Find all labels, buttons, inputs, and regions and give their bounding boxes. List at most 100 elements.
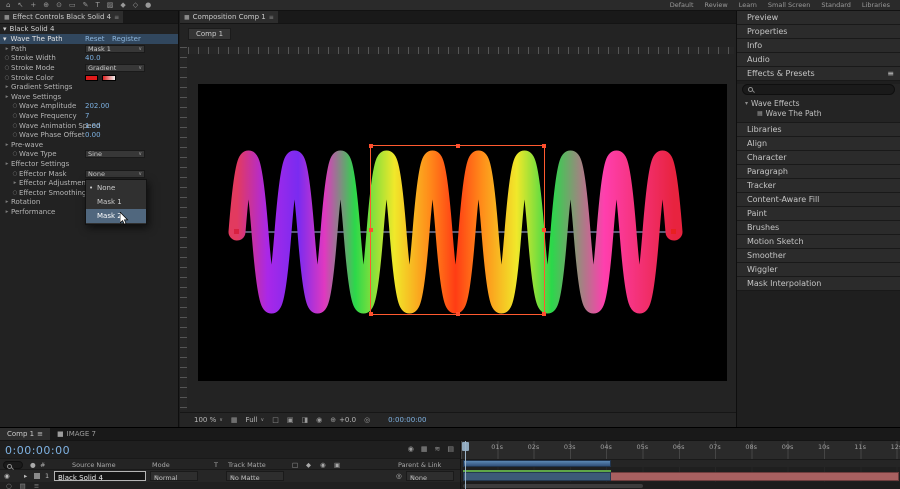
- region-of-interest-icon[interactable]: □: [272, 416, 279, 424]
- workspace-tab-review[interactable]: Review: [705, 0, 728, 11]
- effect-row-wave-frequency[interactable]: ○Wave Frequency7: [0, 111, 178, 121]
- panel-wiggler[interactable]: Wiggler: [737, 263, 900, 277]
- twirl-closed-icon[interactable]: ▸: [3, 209, 11, 215]
- timeline-search-input[interactable]: [3, 461, 23, 469]
- column-parent-link[interactable]: Parent & Link: [398, 461, 441, 469]
- composition-tab[interactable]: ■ Composition Comp 1 ≡: [180, 11, 278, 23]
- selection-handle[interactable]: [542, 144, 546, 148]
- column-track-matte[interactable]: Track Matte: [228, 461, 266, 469]
- panel-info[interactable]: Info: [737, 39, 900, 53]
- property-dropdown[interactable]: None∨: [85, 170, 145, 178]
- effect-row-wave-settings[interactable]: ▸Wave Settings: [0, 92, 178, 102]
- selection-handle[interactable]: [542, 312, 546, 316]
- pen-tool-icon[interactable]: ✎: [83, 0, 89, 11]
- shy-icon[interactable]: ≡: [34, 482, 39, 489]
- effect-row-stroke-color[interactable]: ○Stroke Color: [0, 73, 178, 83]
- column-source-name[interactable]: Source Name: [72, 461, 116, 469]
- clone-stamp-tool-icon[interactable]: ◆: [120, 0, 125, 11]
- channel-icon[interactable]: ◉: [316, 416, 322, 424]
- composition-viewport[interactable]: [198, 84, 727, 381]
- snapshot-camera-icon[interactable]: ◎: [364, 416, 370, 424]
- effect-row-wave-animation-speed[interactable]: ○Wave Animation Speed1.00: [0, 121, 178, 131]
- register-link[interactable]: Register: [112, 35, 141, 43]
- expand-layers-icon[interactable]: ▤: [20, 482, 26, 489]
- motion-blur-icon[interactable]: ≋: [435, 445, 441, 453]
- panel-paint[interactable]: Paint: [737, 207, 900, 221]
- workspace-tab-standard[interactable]: Standard: [821, 0, 851, 11]
- property-dropdown[interactable]: Sine∨: [85, 150, 145, 158]
- panel-menu-icon[interactable]: ≡: [269, 14, 274, 21]
- timeline-scrollbar[interactable]: [461, 482, 900, 489]
- panel-motion-sketch[interactable]: Motion Sketch: [737, 235, 900, 249]
- property-dropdown[interactable]: Mask 1∨: [85, 45, 145, 53]
- twirl-closed-icon[interactable]: ▸: [3, 161, 11, 167]
- selection-handle[interactable]: [369, 312, 373, 316]
- orbit-tool-icon[interactable]: ⊙: [56, 0, 62, 11]
- property-value[interactable]: 40.0: [85, 54, 101, 62]
- column-mode[interactable]: Mode: [152, 461, 170, 469]
- timeline-tab-comp1[interactable]: Comp 1 ≡: [0, 428, 50, 440]
- panel-character[interactable]: Character: [737, 151, 900, 165]
- twirl-open-icon[interactable]: ▾: [745, 100, 748, 107]
- property-value[interactable]: 202.00: [85, 102, 110, 110]
- twirl-open-icon[interactable]: ▾: [3, 35, 7, 43]
- workspace-tab-learn[interactable]: Learn: [739, 0, 757, 11]
- panel-effects-presets[interactable]: Effects & Presets ≡: [737, 67, 900, 81]
- twirl-closed-icon[interactable]: ▸: [3, 94, 11, 100]
- panel-smoother[interactable]: Smoother: [737, 249, 900, 263]
- scrollbar-thumb[interactable]: [463, 484, 643, 488]
- draft-3d-icon[interactable]: ▦: [421, 445, 428, 453]
- effects-tree-group[interactable]: ▾ Wave Effects: [737, 98, 900, 108]
- panel-content-aware-fill[interactable]: Content-Aware Fill: [737, 193, 900, 207]
- effect-row-wave-phase-offset[interactable]: ○Wave Phase Offset0.00: [0, 130, 178, 140]
- timeline-tab-image7[interactable]: ■ IMAGE 7: [50, 428, 103, 440]
- selection-handle[interactable]: [369, 228, 373, 232]
- parent-dropdown[interactable]: None ∨: [406, 471, 454, 481]
- toggle-switches-icon[interactable]: ○: [6, 482, 12, 489]
- popup-option-mask-1[interactable]: Mask 1: [86, 195, 146, 209]
- twirl-closed-icon[interactable]: ▸: [3, 46, 11, 52]
- panel-mask-interpolation[interactable]: Mask Interpolation: [737, 277, 900, 291]
- current-time-display[interactable]: 0:00:00:00: [5, 444, 70, 457]
- workspace-tab-libraries[interactable]: Libraries: [862, 0, 890, 11]
- column-t[interactable]: T: [214, 461, 218, 469]
- property-value[interactable]: 1.00: [85, 122, 101, 130]
- panel-properties[interactable]: Properties: [737, 25, 900, 39]
- comp-viewer-tab[interactable]: Comp 1: [188, 28, 231, 40]
- track-matte-dropdown[interactable]: No Matte ∨: [226, 471, 284, 481]
- transparency-grid-icon[interactable]: ▣: [287, 416, 294, 424]
- panel-tracker[interactable]: Tracker: [737, 179, 900, 193]
- popup-option-none[interactable]: •None: [86, 181, 146, 195]
- puppet-tool-icon[interactable]: ●: [145, 0, 151, 11]
- panel-align[interactable]: Align: [737, 137, 900, 151]
- property-dropdown[interactable]: Gradient∨: [85, 64, 145, 72]
- eye-icon[interactable]: ◉: [4, 472, 10, 480]
- resolution-dropdown[interactable]: Full ∨: [246, 416, 265, 424]
- twirl-closed-icon[interactable]: ▸: [3, 84, 11, 90]
- hand-tool-icon[interactable]: +: [30, 0, 36, 11]
- effect-row-gradient-settings[interactable]: ▸Gradient Settings: [0, 82, 178, 92]
- effects-tree-item-wave-the-path[interactable]: ▦ Wave The Path: [737, 108, 900, 118]
- twirl-closed-icon[interactable]: ▸: [3, 199, 11, 205]
- selection-handle[interactable]: [456, 312, 460, 316]
- effect-header-row[interactable]: ▾ Wave The Path Reset Register: [0, 34, 178, 44]
- pickwhip-icon[interactable]: ◎: [396, 472, 402, 480]
- effects-search-input[interactable]: [742, 84, 895, 95]
- time-ruler[interactable]: 01s02s03s04s05s06s07s08s09s10s11s12s: [461, 441, 900, 460]
- twirl-closed-icon[interactable]: ▸: [3, 142, 11, 148]
- gradient-swatch[interactable]: [102, 75, 116, 81]
- mask-visibility-icon[interactable]: ◨: [301, 416, 308, 424]
- layer-color-chip[interactable]: [34, 473, 40, 479]
- panel-paragraph[interactable]: Paragraph: [737, 165, 900, 179]
- panel-menu-icon[interactable]: ≡: [887, 69, 894, 78]
- selection-handle[interactable]: [456, 144, 460, 148]
- panel-menu-icon[interactable]: ≡: [114, 14, 119, 21]
- selection-handle[interactable]: [542, 228, 546, 232]
- panel-preview[interactable]: Preview: [737, 11, 900, 25]
- grid-guides-icon[interactable]: ▦: [231, 416, 238, 424]
- layer-name-field[interactable]: Black Solid 4: [54, 471, 146, 481]
- color-swatch[interactable]: [85, 75, 98, 81]
- layer-in-segment[interactable]: [463, 472, 611, 481]
- graph-editor-icon[interactable]: ▤: [447, 445, 454, 453]
- effect-row-wave-type[interactable]: ○Wave TypeSine∨: [0, 150, 178, 160]
